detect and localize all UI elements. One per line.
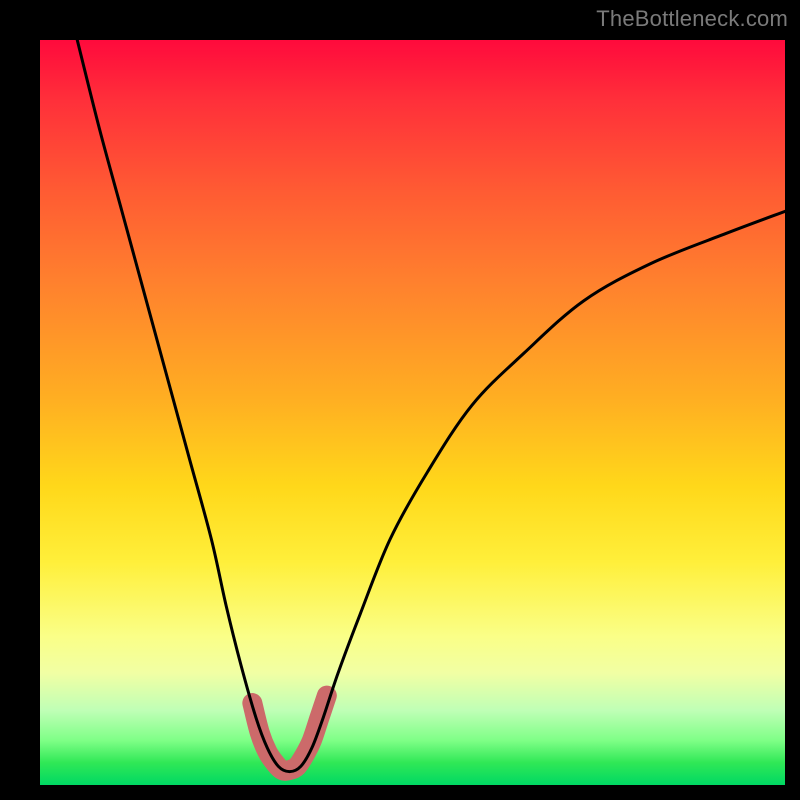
bottleneck-curve-line bbox=[77, 40, 785, 772]
plot-area bbox=[40, 40, 785, 785]
watermark-text: TheBottleneck.com bbox=[596, 6, 788, 32]
bottleneck-chart bbox=[40, 40, 785, 785]
chart-frame: TheBottleneck.com bbox=[0, 0, 800, 800]
optimal-band-line bbox=[252, 696, 327, 771]
